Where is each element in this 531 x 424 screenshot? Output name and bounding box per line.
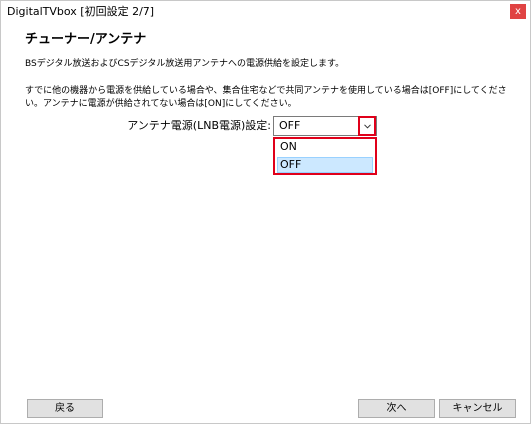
description-text: BSデジタル放送およびCSデジタル放送用アンテナへの電源供給を設定します。 — [25, 59, 345, 69]
dropdown-toggle-button[interactable] — [358, 116, 376, 136]
close-button[interactable]: x — [510, 4, 526, 19]
cancel-button[interactable]: キャンセル — [439, 399, 516, 418]
setup-window: DigitalTVbox [初回設定 2/7] x チューナー/アンテナ BSデ… — [0, 0, 531, 424]
page-heading: チューナー/アンテナ — [25, 32, 147, 47]
antenna-power-label: アンテナ電源(LNB電源)設定: — [127, 119, 271, 132]
next-button[interactable]: 次へ — [358, 399, 435, 418]
window-title: DigitalTVbox [初回設定 2/7] — [7, 5, 155, 18]
antenna-power-selected-value: OFF — [279, 119, 301, 132]
back-button[interactable]: 戻る — [27, 399, 103, 418]
close-icon: x — [515, 6, 521, 17]
option-off[interactable]: OFF — [277, 157, 373, 173]
option-on[interactable]: ON — [277, 140, 373, 156]
antenna-power-dropdown-list: ON OFF — [273, 137, 377, 175]
antenna-power-select[interactable]: OFF — [273, 116, 377, 136]
title-bar: DigitalTVbox [初回設定 2/7] x — [1, 1, 530, 23]
instruction-text: すでに他の機器から電源を供給している場合や、集合住宅などで共同アンテナを使用して… — [25, 86, 507, 109]
chevron-down-icon — [364, 124, 371, 129]
